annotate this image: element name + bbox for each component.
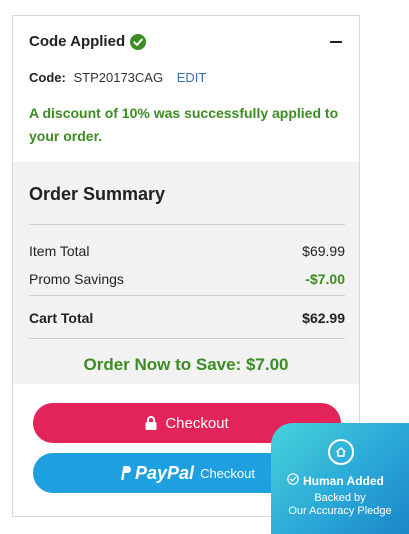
divider (29, 224, 345, 225)
badge-subtitle-line: Backed by (314, 492, 366, 504)
paypal-checkout-label: Checkout (200, 465, 255, 481)
paypal-p-icon (119, 465, 132, 481)
paypal-brand: PayPal (135, 462, 195, 483)
accuracy-badge[interactable]: Human Added Backed by Our Accuracy Pledg… (271, 423, 409, 534)
promo-header: Code Applied (29, 33, 147, 50)
checkout-label: Checkout (165, 414, 229, 432)
badge-title: Human Added (303, 473, 384, 488)
promo-title: Code Applied (29, 33, 126, 50)
minus-icon[interactable] (329, 35, 343, 49)
badge-subtitle-line: Our Accuracy Pledge (288, 505, 392, 517)
row-label: Promo Savings (29, 271, 124, 287)
check-circle-icon (130, 33, 147, 50)
cart-total-row: Cart Total $62.99 (29, 310, 345, 326)
promo-code-section: Code Applied Code: STP20173CAG EDIT A di… (13, 16, 359, 162)
row-label: Item Total (29, 243, 90, 259)
cart-total-value: $62.99 (302, 310, 345, 326)
lock-icon (145, 416, 157, 430)
cart-total-label: Cart Total (29, 310, 94, 326)
discount-message: A discount of 10% was successfully appli… (29, 105, 339, 144)
item-total-row: Item Total $69.99 (29, 243, 345, 259)
paypal-logo: PayPal (119, 463, 194, 484)
summary-title: Order Summary (29, 184, 166, 204)
code-label: Code: (29, 70, 66, 85)
house-icon (328, 439, 354, 465)
check-circle-outline-icon (287, 473, 299, 488)
edit-code-link[interactable]: EDIT (177, 70, 207, 85)
row-value: -$7.00 (305, 271, 345, 287)
divider (29, 295, 345, 296)
promo-savings-row: Promo Savings -$7.00 (29, 271, 345, 287)
row-value: $69.99 (302, 243, 345, 259)
save-banner: Order Now to Save: $7.00 (83, 355, 289, 374)
promo-code-line: Code: STP20173CAG EDIT (29, 70, 206, 85)
order-summary: Order Summary Item Total $69.99 Promo Sa… (13, 162, 359, 384)
badge-subtitle: Backed by Our Accuracy Pledge (271, 492, 409, 518)
divider (29, 338, 345, 339)
badge-title-line: Human Added (287, 473, 384, 488)
code-value: STP20173CAG (73, 70, 164, 85)
